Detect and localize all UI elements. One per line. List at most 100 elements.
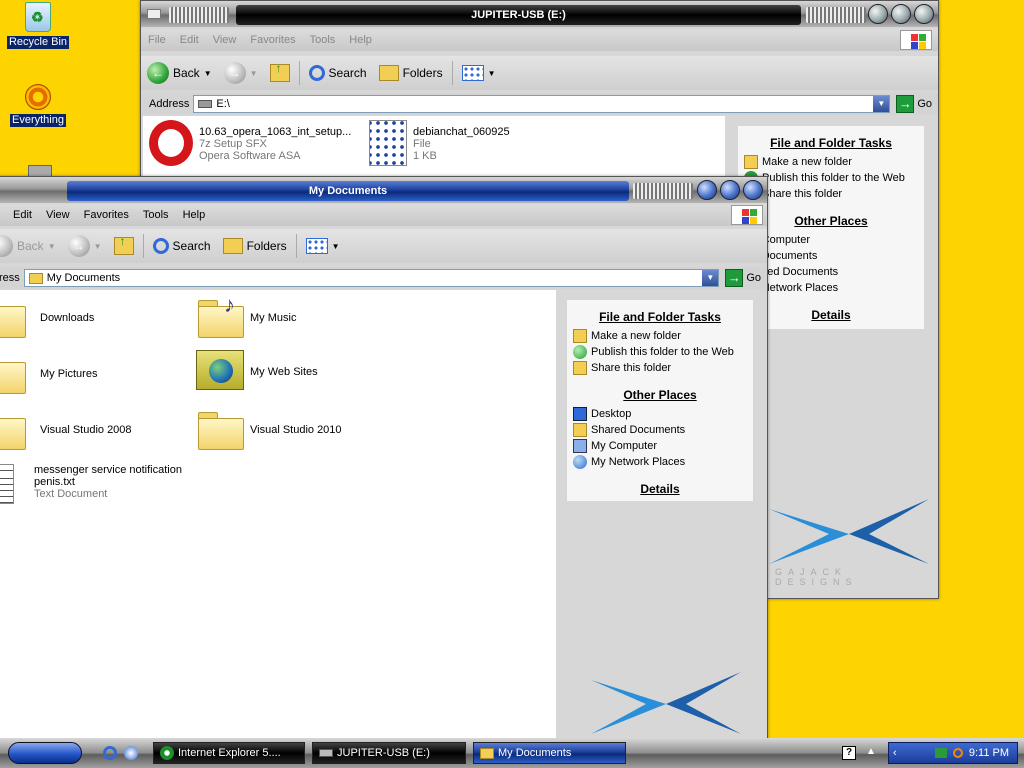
maximize-button[interactable] [720, 180, 740, 200]
explorer-window-my-documents[interactable]: My Documents Edit View Favorites Tools H… [0, 176, 768, 740]
folders-button[interactable]: Folders [222, 238, 287, 254]
clock[interactable]: 9:11 PM [969, 747, 1009, 759]
search-icon[interactable] [952, 748, 963, 758]
item-name: messenger service notification [34, 464, 182, 476]
address-bar: Address E:\ ▼ → Go [141, 93, 938, 115]
go-button[interactable]: → Go [725, 269, 761, 287]
toolbar-separator [295, 234, 297, 258]
system-tray: ‹ 9:11 PM [888, 742, 1018, 764]
brand-x-logo [769, 499, 929, 564]
folders-button[interactable]: Folders [378, 65, 443, 81]
drive-icon [198, 100, 213, 108]
go-label: Go [917, 98, 932, 110]
task-pane: File and Folder Tasks Make a new folder … [567, 300, 753, 501]
menu-favorites[interactable]: Favorites [243, 34, 302, 46]
address-dropdown-icon[interactable]: ▼ [873, 96, 890, 112]
back-button[interactable]: ← Back ▼ [147, 62, 212, 84]
globe-icon [573, 345, 587, 359]
start-button[interactable] [8, 742, 82, 764]
place-desktop[interactable]: Desktop [567, 406, 753, 422]
pictures-folder-icon [0, 354, 26, 394]
help-icon[interactable]: ? [842, 746, 856, 760]
title-grip [169, 7, 229, 23]
tasks-heading[interactable]: File and Folder Tasks [738, 136, 924, 150]
desktop-icon-everything[interactable]: Everything [3, 84, 73, 127]
quick-launch-icon[interactable] [124, 746, 138, 760]
search-button[interactable]: Search [308, 65, 367, 81]
menu-bar: Edit View Favorites Tools Help [0, 204, 767, 226]
address-input[interactable]: E:\ ▼ [193, 95, 891, 113]
menu-edit[interactable]: Edit [0, 209, 39, 221]
standard-toolbar: ← Back ▼ → ▼ ↑ Search Folders ▼ [141, 56, 938, 90]
desktop-icon-recycle-bin[interactable]: ♻ Recycle Bin [3, 2, 73, 49]
menu-favorites[interactable]: Favorites [77, 209, 136, 221]
file-item[interactable]: 10.63_opera_1063_int_setup... 7z Setup S… [149, 120, 351, 166]
forward-button[interactable]: → ▼ [67, 235, 102, 257]
menu-help[interactable]: Help [342, 34, 379, 46]
chevron-down-icon: ▼ [249, 68, 258, 78]
folder-icon [28, 272, 43, 284]
file-item[interactable]: debianchat_060925 File 1 KB [369, 120, 510, 166]
taskbar-button-internet-explorer[interactable]: Internet Explorer 5.... [153, 742, 305, 764]
task-label: Make a new folder [591, 330, 681, 342]
address-label: ress [0, 272, 20, 284]
maximize-button[interactable] [891, 4, 911, 24]
file-item-text-document[interactable]: messenger service notification penis.txt… [0, 464, 182, 504]
folder-item-my-web-sites[interactable]: My Web Sites [196, 350, 318, 390]
folder-icon [480, 747, 494, 759]
place-my-computer[interactable]: My Computer [567, 438, 753, 454]
menu-tools[interactable]: Tools [303, 34, 343, 46]
folder-item-visual-studio-2008[interactable]: Visual Studio 2008 [0, 410, 132, 450]
folder-item-downloads[interactable]: Downloads [0, 298, 94, 338]
menu-help[interactable]: Help [176, 209, 213, 221]
new-folder-icon [744, 155, 758, 169]
network-places-icon [573, 455, 587, 469]
ie-icon [160, 746, 174, 760]
title-bar[interactable]: JUPITER-USB (E:) [141, 1, 938, 27]
place-my-network-places[interactable]: My Network Places [567, 454, 753, 470]
views-button[interactable]: ▼ [305, 238, 340, 254]
up-folder-button[interactable]: ↑ [113, 234, 134, 255]
search-button[interactable]: Search [152, 238, 211, 254]
task-publish-web[interactable]: Publish this folder to the Web [567, 344, 753, 360]
forward-button[interactable]: → ▼ [223, 62, 258, 84]
address-value: My Documents [46, 272, 121, 284]
go-button[interactable]: → Go [896, 95, 932, 113]
place-label: Shared Documents [591, 424, 686, 436]
task-share-folder[interactable]: Share this folder [567, 360, 753, 376]
address-input[interactable]: My Documents ▼ [23, 269, 720, 287]
menu-view[interactable]: View [39, 209, 77, 221]
taskbar-button-my-documents[interactable]: My Documents [473, 742, 626, 764]
menu-view[interactable]: View [206, 34, 244, 46]
desktop-icon-label: Recycle Bin [6, 36, 70, 49]
chevron-left-icon[interactable]: ‹ [889, 747, 897, 759]
network-icon[interactable] [934, 748, 947, 758]
place-shared-documents[interactable]: Shared Documents [567, 422, 753, 438]
back-button[interactable]: Back ▼ [0, 235, 56, 257]
views-button[interactable]: ▼ [461, 65, 496, 81]
quick-launch-ie-icon[interactable] [103, 746, 117, 760]
close-button[interactable] [914, 4, 934, 24]
menu-file[interactable]: File [141, 34, 173, 46]
folder-item-my-music[interactable]: ♪ My Music [198, 292, 296, 338]
opera-icon [149, 120, 193, 166]
tray-arrow-icon[interactable]: ▲ [866, 746, 876, 757]
details-heading[interactable]: Details [567, 482, 753, 496]
up-folder-button[interactable]: ↑ [269, 61, 290, 82]
folder-item-visual-studio-2010[interactable]: Visual Studio 2010 [198, 410, 342, 450]
taskbar-button-jupiter-usb[interactable]: JUPITER-USB (E:) [312, 742, 466, 764]
folder-item-my-pictures[interactable]: My Pictures [0, 354, 97, 394]
folders-label: Folders [246, 239, 287, 253]
tasks-heading[interactable]: File and Folder Tasks [567, 310, 753, 324]
title-bar[interactable]: My Documents [0, 177, 767, 203]
menu-edit[interactable]: Edit [173, 34, 206, 46]
minimize-button[interactable] [868, 4, 888, 24]
close-button[interactable] [743, 180, 763, 200]
task-new-folder[interactable]: Make a new folder [738, 154, 924, 170]
places-heading[interactable]: Other Places [567, 388, 753, 402]
minimize-button[interactable] [697, 180, 717, 200]
toolbar-separator [142, 234, 144, 258]
address-dropdown-icon[interactable]: ▼ [702, 270, 719, 286]
task-new-folder[interactable]: Make a new folder [567, 328, 753, 344]
menu-tools[interactable]: Tools [136, 209, 176, 221]
